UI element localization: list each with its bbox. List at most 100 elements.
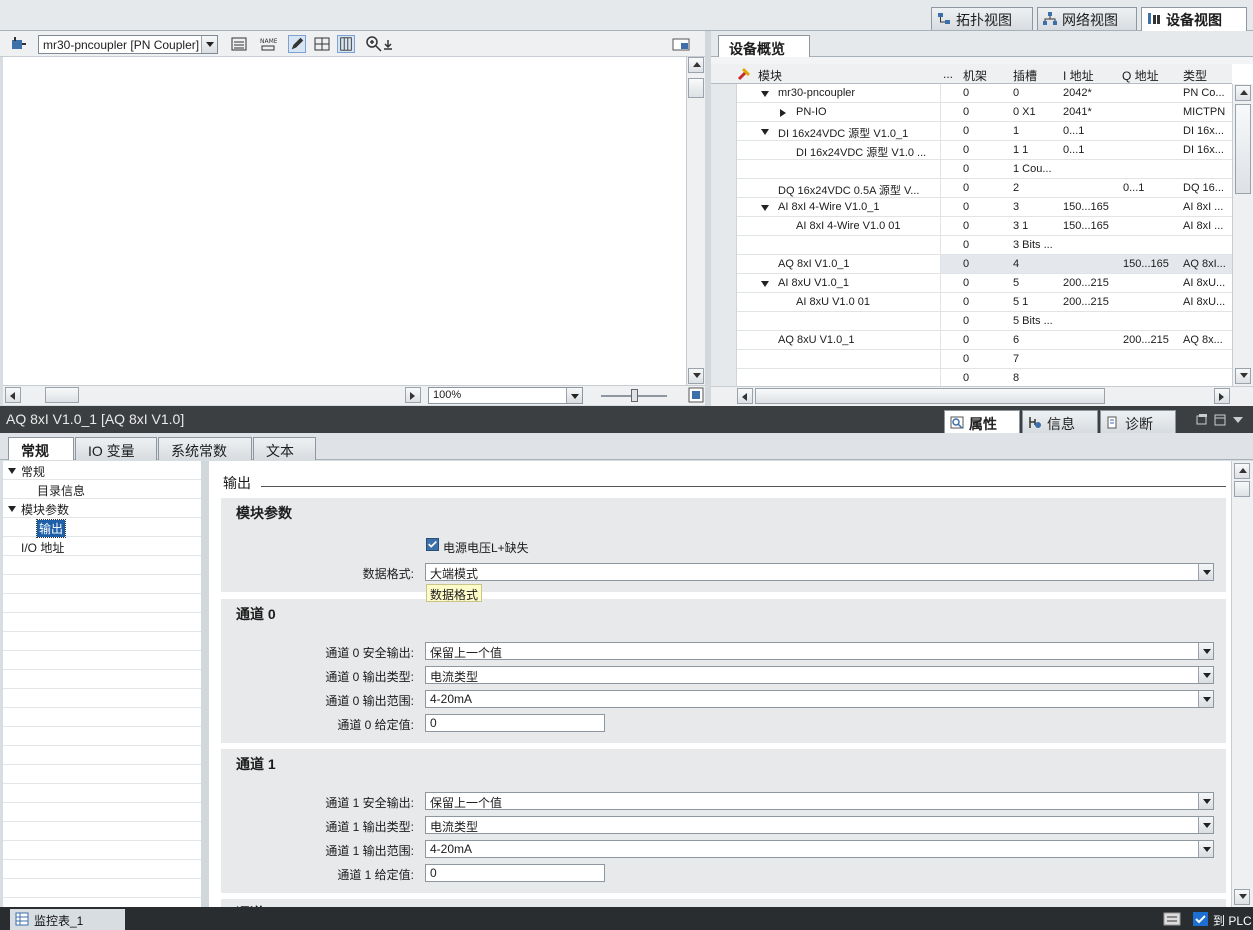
scroll-up-button[interactable] — [1235, 85, 1251, 101]
tab-info[interactable]: 信息 — [1022, 410, 1098, 433]
form-vertical-scrollbar[interactable] — [1231, 461, 1253, 907]
split-view-icon[interactable] — [672, 35, 690, 53]
row-gutter — [711, 103, 737, 122]
col-module[interactable]: 模块 — [758, 67, 782, 84]
nav-item[interactable]: 输出 — [3, 518, 201, 538]
device-canvas[interactable] — [3, 57, 686, 385]
power-missing-checkbox[interactable] — [426, 538, 439, 551]
tab-topology-view[interactable]: 拓扑视图 — [931, 7, 1033, 30]
channel-set-input[interactable]: 0 — [425, 714, 605, 732]
expand-down-icon[interactable] — [8, 505, 16, 513]
download-icon[interactable] — [382, 35, 394, 53]
nav-item[interactable]: 目录信息 — [3, 480, 201, 499]
table-row[interactable]: AI 8xI 4-Wire V1.0 01 0 3 1 150...165 AI 8xI… — [711, 217, 1232, 236]
table-row[interactable]: DI 16x24VDC 源型 V1.0_1 0 1 0...1 DI 16x... — [711, 122, 1232, 141]
zoom-in-icon[interactable] — [365, 35, 383, 53]
table-row[interactable]: mr30-pncoupler 0 0 2042* PN Co... — [711, 84, 1232, 103]
table-row[interactable]: 0 3 Bits ... — [711, 236, 1232, 255]
scroll-left-button[interactable] — [5, 387, 21, 403]
tab-device-view[interactable]: 设备视图 — [1141, 7, 1247, 31]
panel-icon[interactable] — [337, 35, 355, 53]
overview-vertical-scrollbar[interactable] — [1232, 84, 1253, 386]
data-format-select[interactable]: 大端模式 — [425, 563, 1214, 581]
zoom-select[interactable]: 100% — [428, 387, 583, 404]
scroll-thumb[interactable] — [688, 78, 704, 98]
scroll-right-button[interactable] — [1214, 388, 1230, 404]
channel-range-select[interactable]: 4-20mA — [425, 690, 1214, 708]
chevron-down-icon[interactable] — [1232, 415, 1244, 425]
pen-icon[interactable] — [288, 35, 306, 53]
nav-item[interactable]: 模块参数 — [3, 499, 201, 518]
horizontal-scroll-thumb[interactable] — [45, 387, 79, 403]
tab-texts[interactable]: 文本 — [253, 437, 316, 460]
channel-safe-select[interactable]: 保留上一个值 — [425, 792, 1214, 810]
device-network-icon[interactable] — [9, 35, 27, 53]
tab-general[interactable]: 常规 — [8, 437, 74, 460]
overview-horizontal-scrollbar[interactable] — [711, 386, 1253, 406]
expand-down-icon[interactable] — [8, 467, 16, 475]
scroll-thumb[interactable] — [1235, 104, 1251, 194]
col-i-address[interactable]: I 地址 — [1063, 67, 1094, 84]
channel-set-label: 通道 0 给定值: — [337, 718, 414, 732]
nav-empty-row — [3, 727, 201, 746]
device-select[interactable]: mr30-pncoupler [PN Coupler] — [38, 35, 218, 54]
expand-down-icon[interactable] — [761, 204, 769, 212]
table-row[interactable]: AI 8xI 4-Wire V1.0_1 0 3 150...165 AI 8xI ..… — [711, 198, 1232, 217]
scroll-up-button[interactable] — [688, 57, 704, 73]
col-type[interactable]: 类型 — [1183, 67, 1207, 84]
task-monitor-table[interactable]: 监控表_1 — [10, 909, 125, 930]
expand-down-icon[interactable] — [761, 280, 769, 288]
col-q-address[interactable]: Q 地址 — [1122, 67, 1159, 84]
table-row[interactable]: AI 8xU V1.0 01 0 5 1 200...215 AI 8xU... — [711, 293, 1232, 312]
channel-type-select[interactable]: 电流类型 — [425, 666, 1214, 684]
scroll-left-button[interactable] — [737, 388, 753, 404]
table-row[interactable]: 0 1 Cou... — [711, 160, 1232, 179]
grid-icon[interactable] — [313, 35, 331, 53]
overview-navigation-icon[interactable] — [688, 387, 704, 403]
tab-properties[interactable]: 属性 — [944, 410, 1020, 433]
table-row[interactable]: AQ 8xI V1.0_1 0 4 150...165 AQ 8xI... — [711, 255, 1232, 274]
table-row[interactable]: AI 8xU V1.0_1 0 5 200...215 AI 8xU... — [711, 274, 1232, 293]
scroll-down-button[interactable] — [1234, 889, 1250, 905]
channel-range-select[interactable]: 4-20mA — [425, 840, 1214, 858]
scroll-right-button[interactable] — [405, 387, 421, 403]
nav-item[interactable]: I/O 地址 — [3, 537, 201, 556]
channel-group: 通道 1 通道 1 安全输出: 保留上一个值 通道 1 输出类型: 电流类型 通道 1 输… — [221, 749, 1226, 893]
tab-io-tags[interactable]: IO 变量 — [75, 437, 157, 460]
connection-icon[interactable] — [1163, 911, 1181, 927]
table-row[interactable]: 07 — [711, 350, 1232, 369]
scroll-thumb[interactable] — [1234, 481, 1250, 497]
tab-system-constants[interactable]: 系统常数 — [158, 437, 252, 460]
watch-table-icon — [15, 912, 29, 926]
col-more[interactable]: ... — [943, 67, 953, 81]
expand-down-icon[interactable] — [761, 90, 769, 98]
tab-device-overview[interactable]: 设备概览 — [718, 35, 810, 58]
tab-diagnostics[interactable]: 诊断 — [1100, 410, 1176, 433]
maximize-window-icon[interactable] — [1214, 414, 1226, 426]
table-row[interactable]: 0 5 Bits ... — [711, 312, 1232, 331]
restore-window-icon[interactable] — [1196, 414, 1208, 426]
col-rack[interactable]: 机架 — [963, 67, 987, 84]
col-slot[interactable]: 插槽 — [1013, 67, 1037, 84]
table-row[interactable]: DQ 16x24VDC 0.5A 源型 V... 0 2 0...1 DQ 16... — [711, 179, 1232, 198]
table-row[interactable]: PN-IO 0 0 X1 2041* MICTPN — [711, 103, 1232, 122]
tab-network-view[interactable]: 网络视图 — [1037, 7, 1137, 30]
scroll-down-button[interactable] — [1235, 368, 1251, 384]
channel-safe-select[interactable]: 保留上一个值 — [425, 642, 1214, 660]
horizontal-scroll-thumb[interactable] — [755, 388, 1105, 404]
cell-q-addr: 0...1 — [1123, 182, 1145, 194]
channel-set-input[interactable]: 0 — [425, 864, 605, 882]
zoom-slider-handle[interactable] — [631, 389, 638, 402]
nav-item[interactable]: 常规 — [3, 461, 201, 480]
canvas-vertical-scrollbar[interactable] — [686, 57, 705, 385]
table-row[interactable]: DI 16x24VDC 源型 V1.0 ... 0 1 1 0...1 DI 16x..… — [711, 141, 1232, 160]
topology-icon[interactable] — [230, 35, 248, 53]
expand-down-icon[interactable] — [761, 128, 769, 136]
expand-right-icon[interactable] — [779, 109, 787, 117]
rename-icon[interactable]: NAME — [259, 35, 277, 53]
channel-type-select[interactable]: 电流类型 — [425, 816, 1214, 834]
table-row[interactable]: AQ 8xU V1.0_1 0 6 200...215 AQ 8x... — [711, 331, 1232, 350]
scroll-up-button[interactable] — [1234, 463, 1250, 479]
scroll-down-button[interactable] — [688, 368, 704, 384]
splitter[interactable] — [201, 461, 209, 907]
